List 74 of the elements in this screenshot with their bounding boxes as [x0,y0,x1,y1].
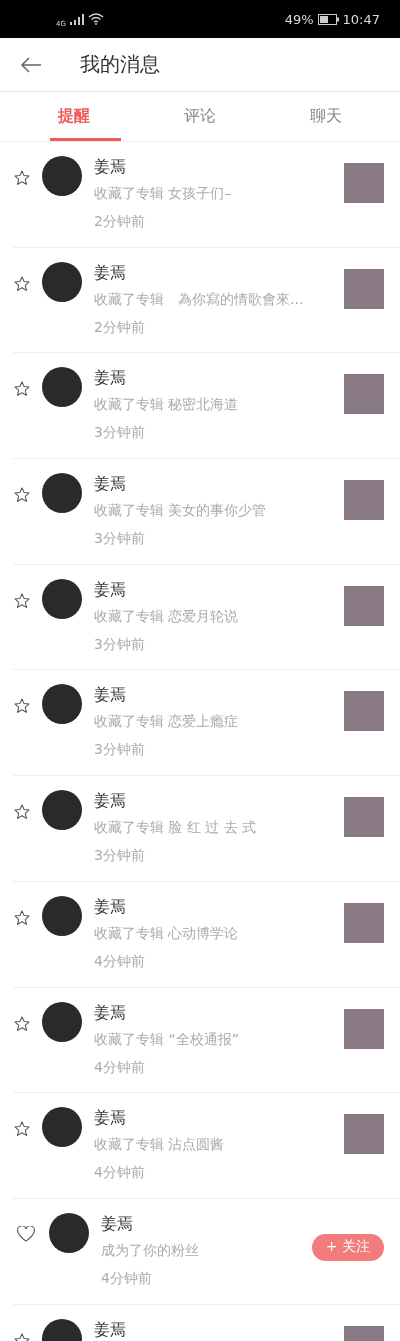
message-time: 2分钟前 [94,212,146,231]
message-text: 收藏了专辑 女孩子们– [94,184,233,203]
message-time: 4分钟前 [94,951,146,971]
avatar[interactable] [42,1001,82,1042]
star-icon[interactable] [13,169,31,187]
star-icon[interactable] [13,1014,31,1033]
message-text: 收藏了专辑 恋爱月轮说 [94,606,240,626]
avatar[interactable] [42,156,82,196]
battery-icon [317,13,339,25]
message-text: 收藏了专辑 為你寫的情歌會來... [94,289,305,309]
signal-icon [69,13,84,25]
battery-percent: 49% [284,11,314,27]
message-text: 成为了你的粉丝 [101,1240,200,1260]
heart-icon[interactable] [17,1225,35,1242]
star-icon[interactable] [13,803,31,822]
user-name[interactable]: 姜焉 [94,1317,344,1341]
wifi-icon [87,13,104,25]
user-name[interactable]: 姜焉 [94,683,344,708]
tab[interactable]: 聊天 [247,92,400,141]
avatar[interactable] [49,1212,89,1253]
album-cover-placeholder[interactable] [344,1008,384,1049]
avatar[interactable] [42,1107,82,1148]
message-text: 收藏了专辑 恋爱上瘾症 [94,712,240,732]
message-text: 收藏了专辑 “全校通报” [94,1029,240,1049]
user-name[interactable]: 姜焉 [94,260,344,285]
star-icon[interactable] [13,591,31,610]
album-cover-placeholder[interactable] [344,585,384,626]
user-name[interactable]: 姜焉 [94,577,344,602]
star-icon[interactable] [13,908,31,927]
message-time: 4分钟前 [94,1163,146,1183]
avatar[interactable] [42,473,82,514]
album-cover-placeholder[interactable] [344,691,384,732]
star-icon[interactable] [13,380,31,399]
user-name[interactable]: 姜焉 [94,1000,344,1025]
user-name[interactable]: 姜焉 [94,155,344,179]
message-text: 收藏了专辑 沾点圆酱 [94,1135,226,1155]
message-time: 3分钟前 [94,529,146,549]
message-time: 3分钟前 [94,634,146,654]
page-title: 我的消息 [80,51,160,78]
star-icon[interactable] [13,274,31,293]
album-cover-placeholder[interactable] [344,902,384,943]
album-cover-placeholder[interactable] [344,797,384,838]
message-text: 收藏了专辑 脸 红 过 去 式 [94,818,258,838]
user-name[interactable]: 姜焉 [94,472,344,497]
album-cover-placeholder[interactable] [344,374,384,415]
message-time: 2分钟前 [94,317,146,337]
clock-time: 10:47 [342,11,380,27]
avatar[interactable] [42,790,82,831]
message-time: 3分钟前 [94,423,146,443]
message-time: 3分钟前 [94,740,146,760]
tab[interactable]: 评论 [152,92,248,141]
album-cover-placeholder[interactable] [344,480,384,521]
message-time: 4分钟前 [94,1057,146,1077]
user-name[interactable]: 姜焉 [94,894,344,919]
user-name[interactable]: 姜焉 [94,366,344,391]
message-text: 收藏了专辑 心动博学论 [94,923,240,943]
message-text: 收藏了专辑 秘密北海道 [94,395,240,415]
user-name[interactable]: 姜焉 [94,789,344,814]
avatar[interactable] [42,895,82,936]
user-name[interactable]: 姜焉 [94,1106,344,1131]
avatar[interactable] [42,578,82,619]
message-time: 4分钟前 [101,1268,153,1288]
star-icon[interactable] [13,486,31,505]
message-text: 收藏了专辑 美女的事你少管 [94,501,268,521]
avatar[interactable] [42,684,82,725]
user-name[interactable]: 姜焉 [101,1211,312,1236]
avatar[interactable] [42,261,82,302]
message-time: 3分钟前 [94,846,146,866]
album-cover-placeholder[interactable] [344,268,384,309]
back-arrow-icon[interactable] [20,56,42,73]
avatar[interactable] [42,367,82,408]
star-icon[interactable] [13,697,31,716]
star-icon[interactable] [13,1120,31,1139]
album-cover-placeholder[interactable] [344,1114,384,1155]
